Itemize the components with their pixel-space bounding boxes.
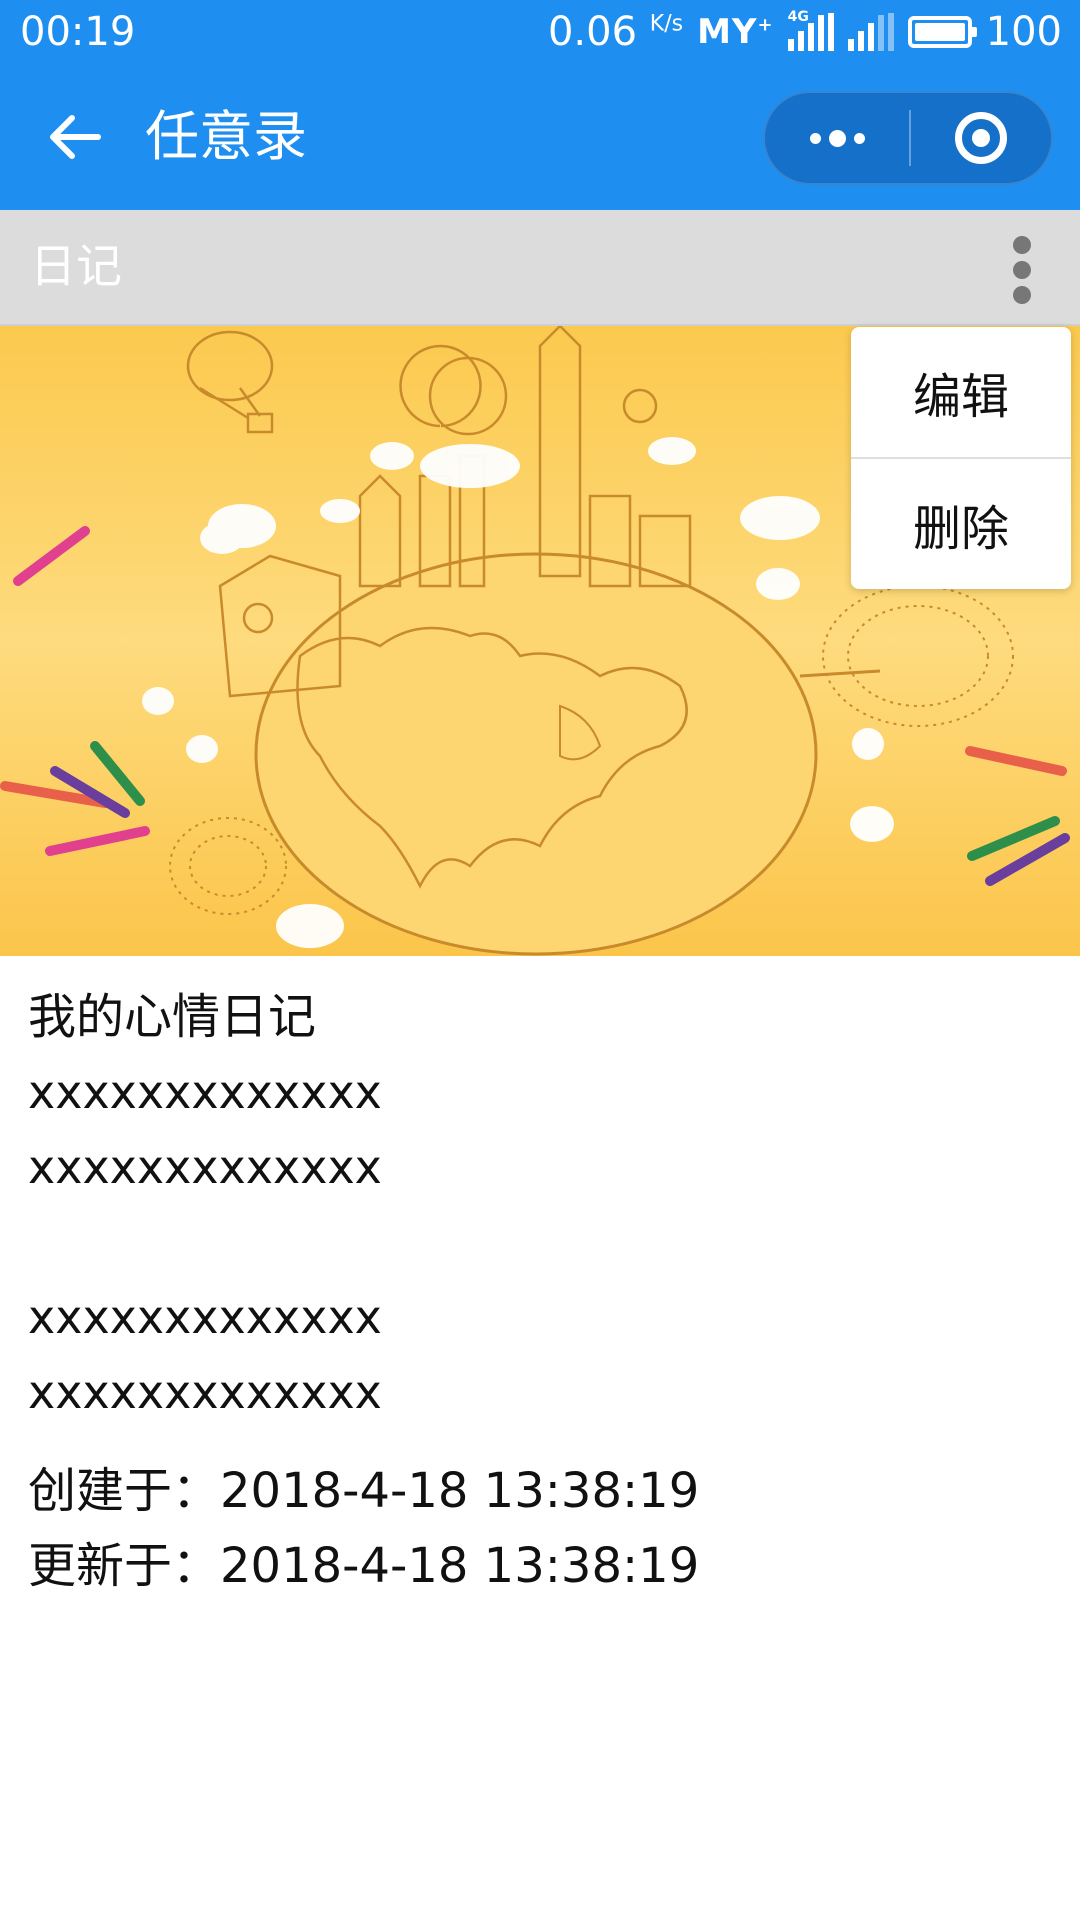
more-dots-icon <box>809 132 821 144</box>
more-button[interactable] <box>765 93 909 183</box>
diary-content: 我的心情日记 xxxxxxxxxxxxx xxxxxxxxxxxxx xxxxx… <box>28 980 1048 1604</box>
menu-item-edit[interactable]: 编辑 <box>851 327 1071 457</box>
diary-line: xxxxxxxxxxxxx <box>28 1140 382 1194</box>
created-timestamp: 创建于：2018-4-18 13:38:19 <box>28 1463 700 1519</box>
menu-item-delete[interactable]: 删除 <box>851 459 1071 589</box>
section-header: 日记 <box>0 210 1080 326</box>
target-circle-icon <box>955 112 1007 164</box>
diary-line: xxxxxxxxxxxxx <box>28 1065 382 1119</box>
carrier-plus: + <box>757 14 774 36</box>
network-type: 4G <box>787 9 809 25</box>
section-title: 日记 <box>30 239 122 293</box>
nav-bar: 任意录 <box>0 64 1080 210</box>
back-button[interactable] <box>40 102 110 172</box>
battery-icon <box>907 16 977 48</box>
updated-timestamp: 更新于：2018-4-18 13:38:19 <box>28 1538 700 1594</box>
options-menu-button[interactable] <box>992 230 1052 310</box>
carrier-name: MY <box>697 12 758 52</box>
options-dropdown-menu: 编辑 删除 <box>851 327 1071 589</box>
diary-blank-line <box>28 1205 1048 1280</box>
network-speed-unit: K/s <box>649 11 684 37</box>
page-title: 任意录 <box>145 105 307 168</box>
diary-line: xxxxxxxxxxxxx <box>28 1365 382 1419</box>
status-bar: 00:19 0.06 K/s MY+ 4G 100 <box>0 0 1080 64</box>
diary-meta: 创建于：2018-4-18 13:38:19 更新于：2018-4-18 13:… <box>28 1454 1048 1604</box>
mini-program-capsule <box>763 91 1053 185</box>
diary-line: xxxxxxxxxxxxx <box>28 1290 382 1344</box>
status-indicators: 0.06 K/s MY+ 4G 100 <box>548 8 1062 56</box>
network-speed-value: 0.06 <box>547 9 638 55</box>
vertical-dots-icon <box>1013 236 1031 254</box>
battery-level: 100 <box>985 9 1062 55</box>
signal-icon: 4G <box>787 9 834 51</box>
close-mini-program-button[interactable] <box>911 93 1051 183</box>
carrier-label: MY+ <box>697 12 774 52</box>
diary-title: 我的心情日记 <box>28 989 317 1045</box>
network-speed: 0.06 K/s <box>548 9 683 55</box>
status-time: 00:19 <box>20 9 136 55</box>
arrow-left-icon <box>50 115 101 159</box>
signal-secondary-icon <box>847 13 894 51</box>
